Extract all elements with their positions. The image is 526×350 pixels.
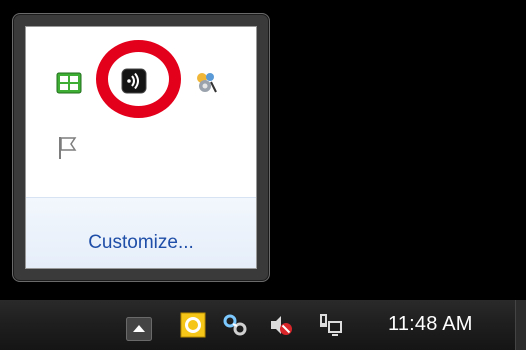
overflow-panel: Customize... xyxy=(25,26,257,269)
notification-overflow-popup: Customize... xyxy=(12,13,270,282)
system-clock[interactable]: 11:48 AM xyxy=(388,313,473,336)
overflow-footer: Customize... xyxy=(26,197,256,268)
show-hidden-icons-button[interactable] xyxy=(126,317,152,341)
link-icon[interactable] xyxy=(222,312,248,338)
network-settings-icon[interactable] xyxy=(193,69,219,95)
action-center-flag-icon[interactable] xyxy=(56,135,82,161)
customize-link[interactable]: Customize... xyxy=(26,232,256,254)
network-icon[interactable] xyxy=(318,312,344,338)
highlight-circle xyxy=(96,40,181,118)
outlook-icon[interactable] xyxy=(180,312,206,338)
overflow-icons-area xyxy=(26,27,256,197)
green-grid-icon[interactable] xyxy=(56,70,82,96)
show-desktop-button[interactable] xyxy=(515,300,526,350)
volume-muted-icon[interactable] xyxy=(268,312,294,338)
taskbar: 11:48 AM xyxy=(0,300,526,350)
